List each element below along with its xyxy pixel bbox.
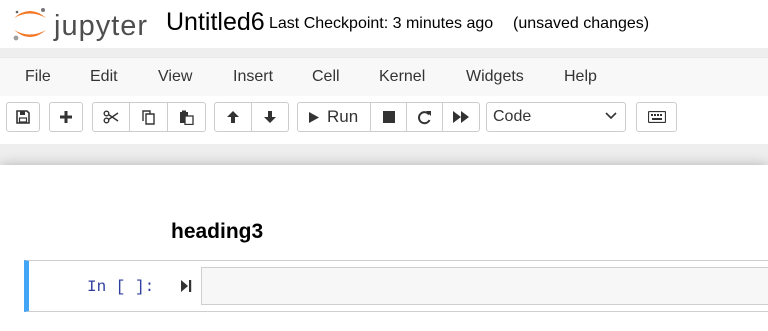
restart-run-all-button[interactable] [442, 102, 480, 132]
run-label: Run [327, 107, 359, 126]
markdown-heading[interactable]: heading3 [171, 219, 263, 245]
paste-button[interactable] [167, 102, 206, 132]
arrow-up-icon [227, 111, 239, 123]
run-button[interactable]: Run [297, 102, 371, 132]
menu-insert[interactable]: Insert [233, 58, 273, 96]
save-button[interactable] [6, 102, 40, 132]
keyboard-icon [647, 111, 666, 123]
scissors-icon [103, 110, 119, 124]
move-down-button[interactable] [251, 102, 289, 132]
jupyter-logo[interactable]: jupyter [10, 6, 147, 42]
input-prompt: In [ ]: [87, 278, 155, 296]
save-status: (unsaved changes) [513, 15, 650, 32]
header: jupyter Untitled6 Last Checkpoint: 3 min… [0, 0, 768, 48]
jupyter-logo-icon [13, 8, 46, 41]
code-input[interactable] [201, 267, 768, 305]
menu-edit[interactable]: Edit [90, 58, 118, 96]
checkpoint-status: Last Checkpoint: 3 minutes ago [269, 15, 494, 32]
move-up-button[interactable] [214, 102, 252, 132]
menu-widgets[interactable]: Widgets [466, 58, 524, 96]
cell-type-value: Code [493, 108, 532, 125]
toolbar: Run Code [0, 96, 768, 144]
menu-help[interactable]: Help [564, 58, 597, 96]
cut-button[interactable] [92, 102, 130, 132]
paste-icon [180, 110, 194, 125]
run-cell-icon[interactable] [180, 279, 192, 293]
menubar: File Edit View Insert Cell Kernel Widget… [0, 57, 768, 97]
interrupt-button[interactable] [370, 102, 407, 132]
logo-text: jupyter [54, 10, 149, 42]
play-icon [309, 111, 319, 123]
arrow-down-icon [264, 111, 276, 123]
stop-icon [382, 111, 395, 123]
refresh-icon [418, 110, 431, 124]
menu-file[interactable]: File [25, 58, 51, 96]
menu-view[interactable]: View [158, 58, 192, 96]
plus-icon [60, 111, 72, 123]
command-palette-button[interactable] [636, 102, 677, 132]
copy-icon [142, 109, 155, 125]
copy-button[interactable] [129, 102, 168, 132]
fast-forward-icon [453, 111, 469, 123]
chevron-down-icon [605, 112, 617, 120]
cell-type-select[interactable]: Code [486, 102, 626, 132]
insert-cell-button[interactable] [49, 102, 83, 132]
notebook-title[interactable]: Untitled6 [166, 7, 265, 37]
floppy-disk-icon [16, 110, 30, 124]
restart-kernel-button[interactable] [406, 102, 443, 132]
menu-kernel[interactable]: Kernel [379, 58, 425, 96]
menu-cell[interactable]: Cell [312, 58, 340, 96]
